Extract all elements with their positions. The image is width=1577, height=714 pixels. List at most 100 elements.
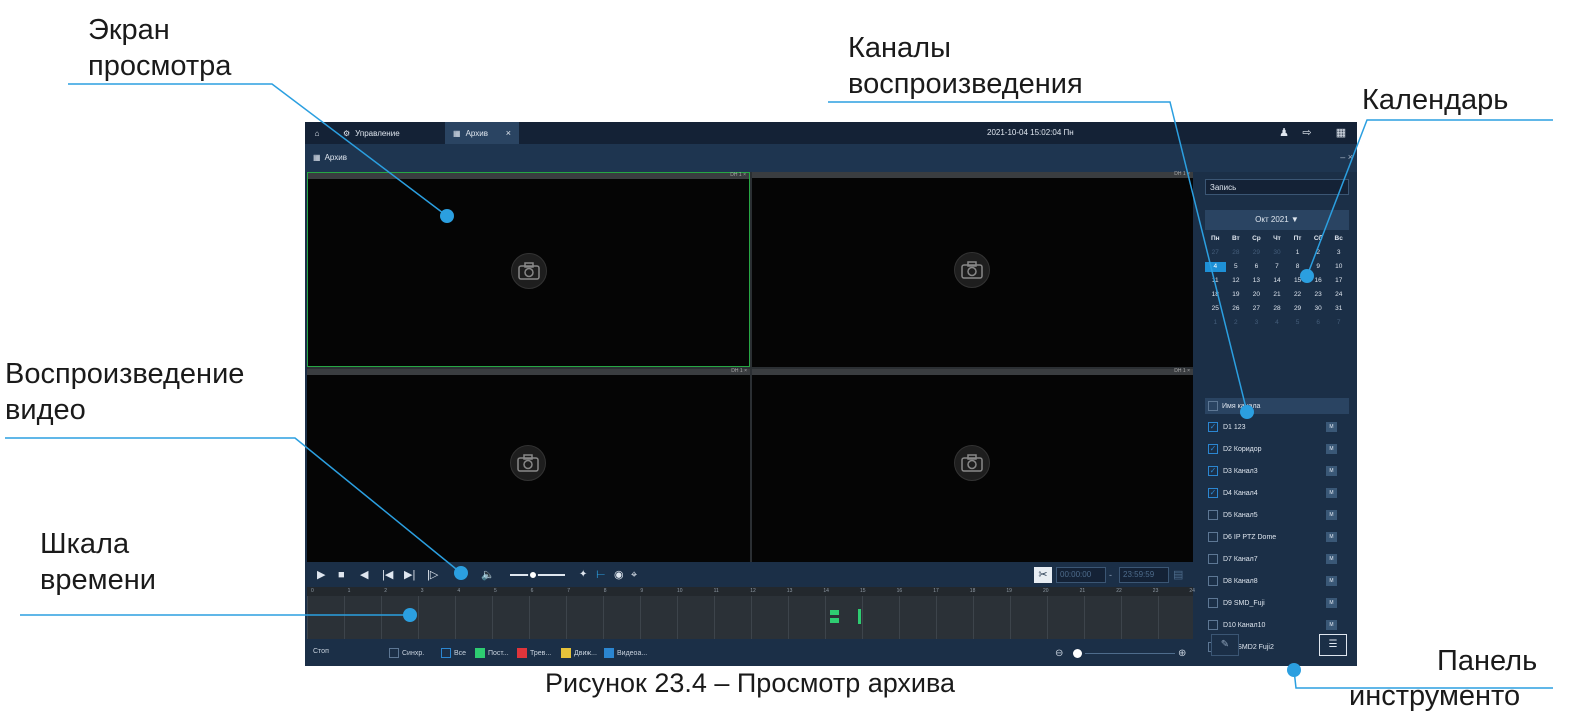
clip-start-time[interactable]: 00:00:00 [1056,567,1106,583]
channel-badge[interactable]: M [1326,422,1337,432]
calendar-day[interactable]: 6 [1308,318,1329,328]
calendar-day[interactable]: 21 [1267,290,1288,300]
calendar-day[interactable]: 29 [1246,248,1267,258]
channel-badge[interactable]: M [1326,466,1337,476]
filter-alarm[interactable]: Трев... [517,648,551,658]
calendar-day[interactable]: 28 [1267,304,1288,314]
tool-button-clip[interactable]: ✎ [1211,634,1239,656]
channel-badge[interactable]: M [1326,444,1337,454]
calendar-day[interactable]: 22 [1287,290,1308,300]
calendar-day[interactable]: 30 [1267,248,1288,258]
calendar-day[interactable]: 9 [1308,262,1329,272]
video-tile-2[interactable]: DH 1 × [752,171,1193,367]
checked-checkbox-icon[interactable]: ✓ [1208,422,1218,432]
calendar-day[interactable]: 4 [1267,318,1288,328]
channel-badge[interactable]: M [1326,488,1337,498]
calendar-day[interactable]: 1 [1287,248,1308,258]
calendar-day[interactable]: 29 [1287,304,1308,314]
channel-badge[interactable]: M [1326,554,1337,564]
calendar-day[interactable]: 12 [1226,276,1247,286]
filter-all[interactable]: Все [441,648,466,658]
calendar-day[interactable]: 8 [1287,262,1308,272]
home-tab[interactable]: ⌂ [305,122,329,144]
calendar-day[interactable]: 7 [1267,262,1288,272]
zoom-in-icon[interactable]: ⊕ [1178,648,1186,659]
record-type-select[interactable]: Запись [1205,179,1349,195]
calendar-day[interactable]: 28 [1226,248,1247,258]
logout-icon[interactable]: ⇨ [1300,126,1314,140]
sync-checkbox[interactable]: Синхр. [389,648,424,658]
clip-end-time[interactable]: 23:59:59 [1119,567,1169,583]
calendar-day[interactable]: 6 [1246,262,1267,272]
channel-badge[interactable]: M [1326,620,1337,630]
filter-post[interactable]: Пост... [475,648,509,658]
checkbox-icon[interactable] [1208,598,1218,608]
zoom-slider[interactable] [1085,653,1175,654]
calendar-day[interactable]: 14 [1267,276,1288,286]
checked-checkbox-icon[interactable]: ✓ [1208,466,1218,476]
channel-row[interactable]: ✓ D3 Канал3 M [1205,460,1339,482]
timeline[interactable]: 0 1 2 3 4 5 6 7 8 9 10 11 12 13 14 15 16 17 18 19 20 21 22 23 24 [307,587,1195,639]
calendar-day[interactable]: 16 [1308,276,1329,286]
channel-row[interactable]: D8 Канал8 M [1205,570,1339,592]
channel-badge[interactable]: M [1326,598,1337,608]
scissors-icon[interactable]: ✂ [1034,567,1052,583]
calendar-day[interactable]: 5 [1226,262,1247,272]
play-icon[interactable]: ▶ [317,568,325,582]
next-frame-icon[interactable]: ▶| [404,568,415,582]
calendar-day[interactable]: 2 [1308,248,1329,258]
checkbox-icon[interactable] [1208,532,1218,542]
calendar-day[interactable]: 20 [1246,290,1267,300]
checked-checkbox-icon[interactable]: ✓ [1208,488,1218,498]
save-icon[interactable]: ▤ [1173,568,1183,582]
channel-row[interactable]: D6 IP PTZ Dome M [1205,526,1339,548]
window-controls[interactable]: – × [1340,152,1353,162]
calendar-day[interactable]: 19 [1226,290,1247,300]
channel-badge[interactable]: M [1326,576,1337,586]
channel-row[interactable]: ✓ D2 Коридор M [1205,438,1339,460]
checked-checkbox-icon[interactable]: ✓ [1208,444,1218,454]
checkbox-icon[interactable] [1208,576,1218,586]
checkbox-icon[interactable] [1208,510,1218,520]
zoom-knob[interactable] [1073,649,1082,658]
fullscreen-icon[interactable]: ⌖ [631,568,637,582]
checkbox-icon[interactable] [1208,554,1218,564]
split-icon[interactable]: ⊢ [596,568,606,582]
channel-row[interactable]: D12 9к.Под.1.НачалоM [1205,658,1339,660]
calendar-day[interactable]: 25 [1205,304,1226,314]
calendar-day[interactable]: 2 [1226,318,1247,328]
select-all-checkbox[interactable] [1208,401,1218,411]
calendar-day[interactable]: 5 [1287,318,1308,328]
volume-icon[interactable]: 🔈 [481,568,495,582]
calendar-day[interactable]: 3 [1328,248,1349,258]
channel-row[interactable]: D10 Канал10 M [1205,614,1339,636]
tab-management[interactable]: ⚙ Управление [335,122,445,144]
video-tile-4[interactable]: DH 1 × [752,368,1193,562]
channel-row[interactable]: ✓ D1 123 M [1205,416,1339,438]
calendar-month-header[interactable]: Окт 2021 ▼ [1205,210,1349,230]
calendar-day[interactable]: 23 [1308,290,1329,300]
calendar-day[interactable]: 30 [1308,304,1329,314]
reverse-icon[interactable]: ◀ [360,568,368,582]
zoom-out-icon[interactable]: ⊖ [1055,648,1063,659]
calendar-day[interactable]: 31 [1328,304,1349,314]
calendar-day[interactable]: 3 [1246,318,1267,328]
filter-motion[interactable]: Движ... [561,648,597,658]
calendar-day[interactable]: 17 [1328,276,1349,286]
channel-row[interactable]: ✓ D4 Канал4 M [1205,482,1339,504]
channel-badge[interactable]: M [1326,510,1337,520]
calendar-day[interactable]: 4 [1205,262,1226,272]
stop-icon[interactable]: ■ [338,568,345,582]
qr-code-icon[interactable]: ▦ [1334,126,1348,140]
checkbox-icon[interactable] [1208,620,1218,630]
calendar-day[interactable]: 13 [1246,276,1267,286]
calendar-day[interactable]: 10 [1328,262,1349,272]
calendar-day[interactable]: 11 [1205,276,1226,286]
filter-video[interactable]: Видеоа... [604,648,647,658]
calendar-day[interactable]: 1 [1205,318,1226,328]
video-tile-3[interactable]: DH 1 × [307,368,750,562]
volume-knob[interactable] [528,570,538,580]
prev-frame-icon[interactable]: |◀ [382,568,393,582]
close-icon[interactable]: × [506,128,511,138]
calendar-day[interactable]: 26 [1226,304,1247,314]
